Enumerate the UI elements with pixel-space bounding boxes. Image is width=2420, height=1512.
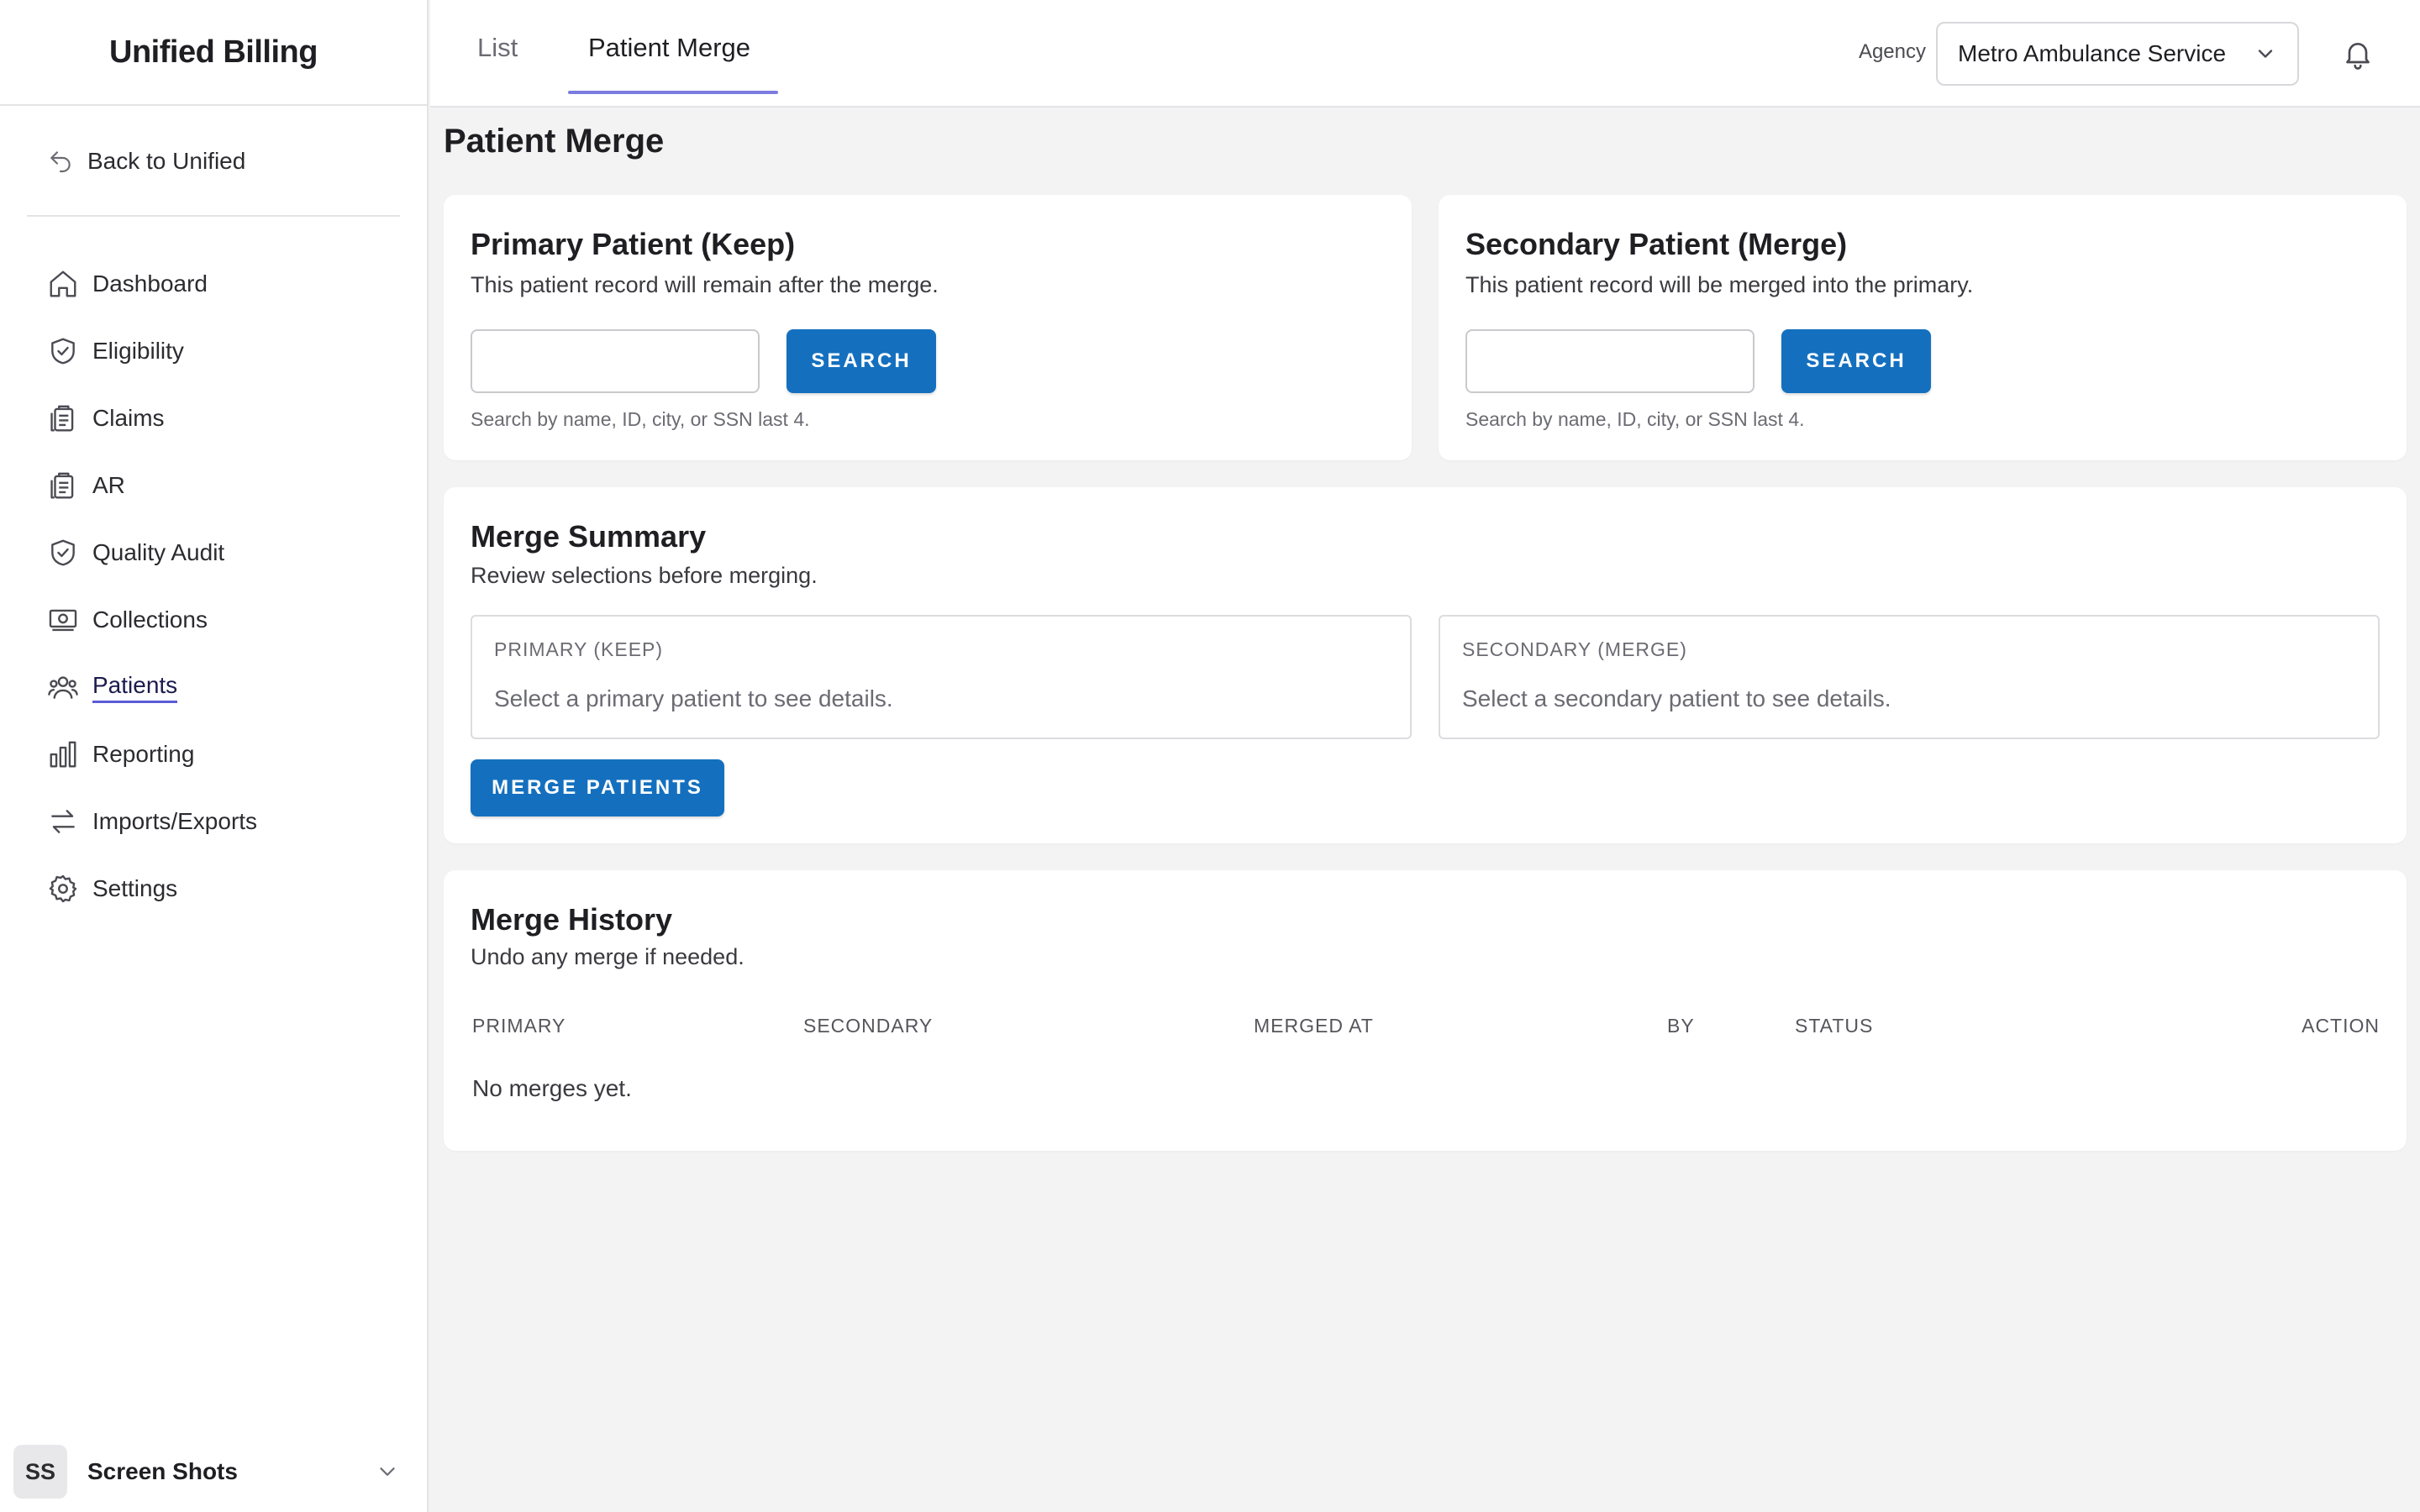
active-tab-indicator	[568, 91, 778, 94]
primary-patient-card: Primary Patient (Keep) This patient reco…	[444, 195, 1412, 460]
primary-summary-caption: PRIMARY (KEEP)	[494, 638, 664, 660]
merge-history-subtitle: Undo any merge if needed.	[471, 944, 744, 969]
primary-summary-box: PRIMARY (KEEP) Select a primary patient …	[471, 615, 1412, 739]
chevron-down-icon	[380, 1467, 395, 1476]
sidebar-item-label: Eligibility	[92, 338, 184, 364]
sidebar-item-ar[interactable]: AR	[47, 452, 400, 519]
merge-history-title: Merge History	[471, 902, 673, 937]
primary-summary-message: Select a primary patient to see details.	[494, 685, 893, 711]
cash-icon	[49, 609, 77, 632]
merge-history-card: Merge History Undo any merge if needed. …	[444, 870, 2407, 1151]
sidebar-item-label: Patients	[92, 672, 178, 703]
merge-summary-subtitle: Review selections before merging.	[471, 563, 818, 588]
sidebar-item-dashboard[interactable]: Dashboard	[47, 250, 400, 318]
avatar: SS	[13, 1445, 67, 1499]
sidebar-item-label: Imports/Exports	[92, 808, 258, 834]
users-icon	[48, 676, 78, 699]
sidebar-item-collections[interactable]: Collections	[47, 586, 400, 654]
sidebar-item-settings[interactable]: Settings	[47, 855, 400, 922]
column-header-secondary: SECONDARY	[803, 1015, 934, 1037]
sidebar-item-patients[interactable]: Patients	[47, 654, 400, 721]
main-content: Patient Merge Primary Patient (Keep) Thi…	[430, 108, 2420, 1512]
secondary-summary-message: Select a secondary patient to see detail…	[1462, 685, 1891, 711]
arrows-icon	[51, 810, 75, 833]
bar-chart-icon	[50, 741, 76, 768]
sidebar-item-label: Dashboard	[92, 270, 208, 297]
primary-search-helper: Search by name, ID, city, or SSN last 4.	[471, 408, 810, 430]
shield-check-icon	[51, 338, 75, 365]
agency-label: Agency	[1858, 40, 1926, 63]
column-header-action: ACTION	[2302, 1015, 2380, 1037]
user-name: Screen Shots	[87, 1458, 238, 1484]
sidebar: Unified Billing Back to Unified Dashboar…	[0, 0, 429, 1512]
merge-history-empty-message: No merges yet.	[472, 1075, 632, 1101]
secondary-summary-box: SECONDARY (MERGE) Select a secondary pat…	[1439, 615, 2380, 739]
secondary-search-helper: Search by name, ID, city, or SSN last 4.	[1465, 408, 1805, 430]
sidebar-item-label: Claims	[92, 405, 165, 431]
column-header-status: STATUS	[1795, 1015, 1874, 1037]
secondary-search-input[interactable]	[1465, 329, 1754, 393]
clipboard-icon	[50, 405, 74, 432]
tab-patient-merge[interactable]: Patient Merge	[568, 0, 771, 96]
merge-summary-title: Merge Summary	[471, 519, 707, 554]
column-header-merged-at: MERGED AT	[1254, 1015, 1374, 1037]
back-to-unified-label: Back to Unified	[87, 148, 246, 174]
sidebar-item-imports-exports[interactable]: Imports/Exports	[47, 788, 400, 855]
top-bar: List Patient Merge Agency Metro Ambulanc…	[430, 0, 2420, 108]
secondary-patient-card: Secondary Patient (Merge) This patient r…	[1439, 195, 2407, 460]
sidebar-nav: Dashboard Eligibility Claims AR Quality …	[47, 250, 400, 922]
primary-card-subtitle: This patient record will remain after th…	[471, 272, 939, 297]
column-header-by: BY	[1667, 1015, 1695, 1037]
back-arrow-icon	[50, 151, 71, 173]
agency-select[interactable]: Metro Ambulance Service	[1936, 22, 2299, 86]
merge-summary-card: Merge Summary Review selections before m…	[444, 487, 2407, 843]
primary-search-input[interactable]	[471, 329, 760, 393]
column-header-primary: PRIMARY	[472, 1015, 566, 1037]
secondary-card-title: Secondary Patient (Merge)	[1465, 227, 1848, 261]
app-title: Unified Billing	[0, 0, 427, 106]
agency-select-value: Metro Ambulance Service	[1958, 40, 2227, 66]
sidebar-divider	[27, 215, 400, 217]
sidebar-item-claims[interactable]: Claims	[47, 385, 400, 452]
user-menu[interactable]: SS Screen Shots	[13, 1445, 413, 1499]
sidebar-item-reporting[interactable]: Reporting	[47, 721, 400, 788]
sidebar-item-label: Reporting	[92, 741, 195, 767]
back-to-unified-link[interactable]: Back to Unified	[47, 148, 245, 175]
sidebar-item-label: Settings	[92, 875, 178, 901]
sidebar-item-quality-audit[interactable]: Quality Audit	[47, 519, 400, 586]
primary-search-button[interactable]: SEARCH	[786, 329, 936, 393]
sidebar-item-eligibility[interactable]: Eligibility	[47, 318, 400, 385]
merge-patients-button[interactable]: MERGE PATIENTS	[471, 759, 724, 816]
chevron-down-icon	[2258, 50, 2273, 58]
sidebar-item-label: Quality Audit	[92, 539, 225, 565]
home-icon	[50, 270, 76, 297]
sidebar-item-label: AR	[92, 472, 125, 498]
secondary-summary-caption: SECONDARY (MERGE)	[1462, 638, 1687, 660]
secondary-search-button[interactable]: SEARCH	[1781, 329, 1931, 393]
gear-icon	[49, 874, 77, 903]
primary-card-title: Primary Patient (Keep)	[471, 227, 796, 261]
sidebar-item-label: Collections	[92, 606, 208, 633]
secondary-card-subtitle: This patient record will be merged into …	[1465, 272, 1974, 297]
tab-list[interactable]: List	[430, 0, 538, 96]
shield-check-icon	[51, 539, 75, 566]
notification-bell-icon[interactable]	[2341, 37, 2375, 71]
clipboard-icon	[50, 472, 74, 499]
page-title: Patient Merge	[444, 123, 665, 160]
